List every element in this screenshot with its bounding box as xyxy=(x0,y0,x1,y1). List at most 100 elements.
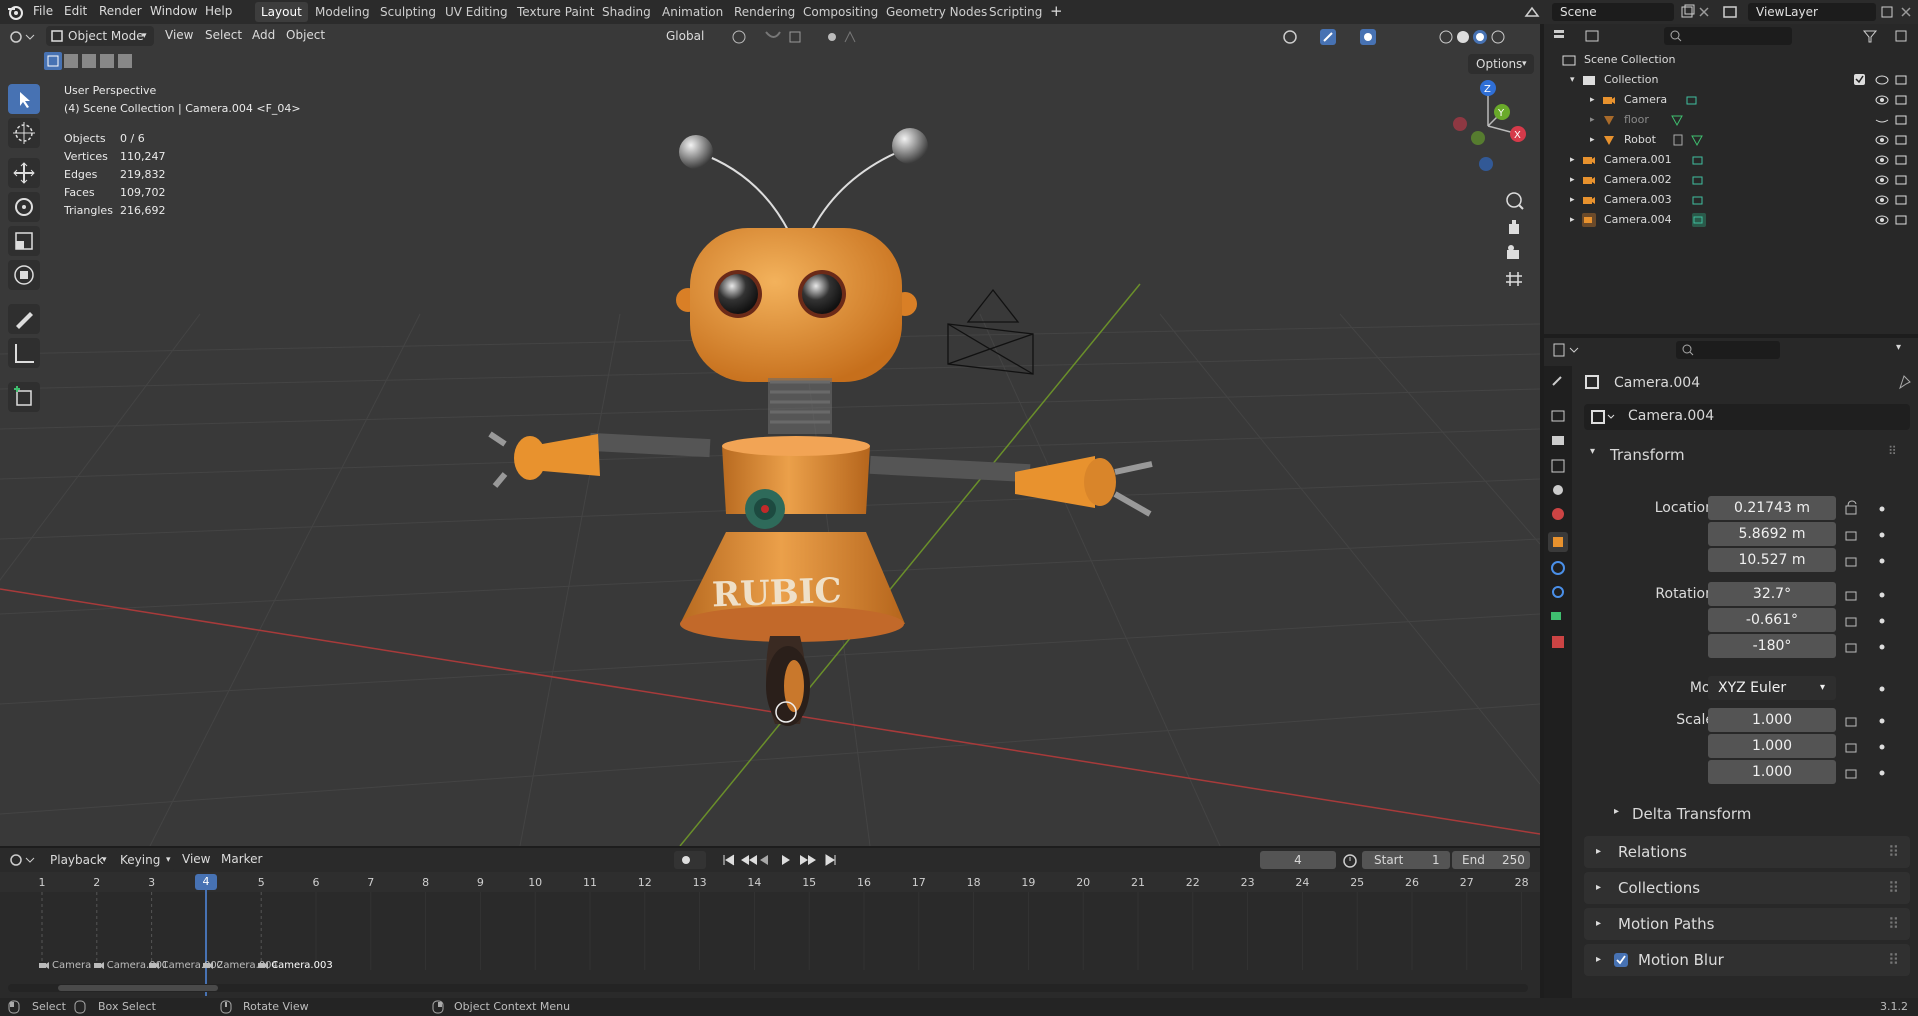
copy-viewlayer-icon[interactable] xyxy=(1880,4,1896,20)
scene-selector[interactable]: Scene xyxy=(1552,3,1674,21)
viewlayer-selector[interactable]: ViewLayer xyxy=(1748,3,1876,21)
outliner-row-scene-collection[interactable]: Scene Collection xyxy=(1544,50,1918,70)
scale-tool[interactable] xyxy=(8,226,40,256)
rotate-tool[interactable] xyxy=(8,192,40,222)
close-scene-icon[interactable] xyxy=(1697,5,1711,19)
outliner-row-floor[interactable]: ▸ floor xyxy=(1544,110,1918,130)
drag-handle-icon[interactable]: ⠿ xyxy=(1888,836,1899,868)
pin-icon[interactable] xyxy=(1896,374,1912,390)
workspace-tab-rendering[interactable]: Rendering xyxy=(728,2,801,22)
physics-tab-icon[interactable] xyxy=(1548,558,1568,578)
drag-handle-icon[interactable]: ⠿ xyxy=(1888,444,1897,458)
checkbox-icon[interactable] xyxy=(1614,953,1628,967)
stopwatch-icon[interactable] xyxy=(1342,852,1358,868)
scale-x-field[interactable]: 1.000 xyxy=(1708,708,1836,732)
keying-menu[interactable]: Keying ▾ xyxy=(114,850,176,870)
motion-blur-panel[interactable]: ▸ Motion Blur ⠿ xyxy=(1584,944,1910,976)
playback-controls[interactable] xyxy=(674,851,842,869)
motion-paths-panel[interactable]: ▸ Motion Paths ⠿ xyxy=(1584,908,1910,940)
render-tab-icon[interactable] xyxy=(1548,406,1568,426)
scene-tab-icon[interactable] xyxy=(1548,480,1568,500)
constraints-tab-icon[interactable] xyxy=(1548,582,1568,602)
menu-help[interactable]: Help xyxy=(205,4,232,18)
outliner-row-camera-002[interactable]: ▸ Camera.002 xyxy=(1544,170,1918,190)
rotation-z-field[interactable]: -180° xyxy=(1708,634,1836,658)
texture-tab-icon[interactable] xyxy=(1548,632,1568,652)
outliner-row-camera-004[interactable]: ▸ Camera.004 xyxy=(1544,210,1918,230)
timeline-frame-grid[interactable] xyxy=(0,892,1540,970)
workspace-tab-geometry-nodes[interactable]: Geometry Nodes xyxy=(880,2,993,22)
menu-file[interactable]: File xyxy=(33,4,53,18)
current-frame-indicator[interactable]: 4 xyxy=(195,874,217,890)
annotate-tool[interactable] xyxy=(8,304,40,334)
transform-tool[interactable] xyxy=(8,260,40,290)
workspace-tab-uv-editing[interactable]: UV Editing xyxy=(439,2,514,22)
workspace-tab-texture-paint[interactable]: Texture Paint xyxy=(511,2,600,22)
view-layer-tab-icon[interactable] xyxy=(1548,456,1568,476)
workspace-tab-modeling[interactable]: Modeling xyxy=(309,2,376,22)
visibility-icon[interactable] xyxy=(1874,134,1912,146)
viewport-menu-view[interactable]: View xyxy=(165,28,193,42)
navigation-gizmo[interactable]: Z X Y xyxy=(1446,78,1530,188)
timeline-menu-view[interactable]: View xyxy=(182,852,210,866)
transform-panel-header[interactable]: ▾ Transform ⠿ xyxy=(1584,440,1910,470)
drag-handle-icon[interactable]: ⠿ xyxy=(1888,944,1899,976)
lock-and-keyframe-icons[interactable] xyxy=(1844,500,1904,790)
selection-mode-icon[interactable] xyxy=(44,52,138,70)
viewport-menu-select[interactable]: Select xyxy=(205,28,242,42)
collections-panel[interactable]: ▸ Collections ⠿ xyxy=(1584,872,1910,904)
viewport-navigation-icons[interactable] xyxy=(1502,190,1526,300)
workspace-tab-animation[interactable]: Animation xyxy=(656,2,729,22)
add-workspace-button[interactable]: + xyxy=(1050,2,1063,20)
3d-viewport[interactable]: RUBIC Object Mode ▾ View Select Add Obje… xyxy=(0,24,1540,846)
visibility-icon[interactable] xyxy=(1874,194,1912,206)
timeline-marker[interactable]: Camera xyxy=(38,960,91,971)
drag-handle-icon[interactable]: ⠿ xyxy=(1888,872,1899,904)
copy-scene-icon[interactable] xyxy=(1680,4,1696,20)
hidden-icon[interactable] xyxy=(1874,114,1912,126)
object-data-field[interactable]: Camera.004 xyxy=(1584,404,1910,430)
workspace-tab-layout[interactable]: Layout xyxy=(255,2,308,22)
current-frame-field[interactable]: 4 xyxy=(1260,851,1336,869)
workspace-tab-sculpting[interactable]: Sculpting xyxy=(374,2,442,22)
end-frame-field[interactable]: End 250 xyxy=(1452,851,1530,869)
visibility-icon[interactable] xyxy=(1874,94,1912,106)
menu-edit[interactable]: Edit xyxy=(64,4,87,18)
viewport-scene[interactable]: RUBIC xyxy=(0,24,1540,846)
cursor-tool[interactable] xyxy=(8,118,40,148)
blender-logo-icon[interactable] xyxy=(6,3,24,21)
filter-icon[interactable] xyxy=(1862,28,1912,44)
outliner-header-icons[interactable] xyxy=(1552,28,1610,44)
chevron-down-icon[interactable]: ▾ xyxy=(1896,342,1901,353)
output-tab-icon[interactable] xyxy=(1548,430,1568,450)
move-tool[interactable] xyxy=(8,158,40,188)
rotation-y-field[interactable]: -0.661° xyxy=(1708,608,1836,632)
location-x-field[interactable]: 0.21743 m xyxy=(1708,496,1836,520)
menu-render[interactable]: Render xyxy=(99,4,142,18)
visibility-icon[interactable] xyxy=(1874,214,1912,226)
drag-handle-icon[interactable]: ⠿ xyxy=(1888,908,1899,940)
camera-wireframe[interactable] xyxy=(947,288,1034,375)
measure-tool[interactable] xyxy=(8,338,40,368)
editor-type-icon[interactable] xyxy=(8,29,36,45)
camera-data-tab-icon[interactable] xyxy=(1548,606,1568,626)
mode-dropdown[interactable]: Object Mode ▾ xyxy=(46,26,154,46)
visibility-icon[interactable] xyxy=(1874,174,1912,186)
viewport-menu-object[interactable]: Object xyxy=(286,28,325,42)
transform-orientation-dropdown[interactable]: Global xyxy=(644,26,724,46)
location-z-field[interactable]: 10.527 m xyxy=(1708,548,1836,572)
timeline-scrollbar[interactable] xyxy=(8,984,1528,992)
object-tab-icon[interactable] xyxy=(1548,532,1568,552)
scale-y-field[interactable]: 1.000 xyxy=(1708,734,1836,758)
tool-tab-icon[interactable] xyxy=(1548,370,1568,390)
workspace-tab-shading[interactable]: Shading xyxy=(596,2,657,22)
world-tab-icon[interactable] xyxy=(1548,504,1568,524)
editor-type-icon[interactable] xyxy=(1552,342,1582,358)
outliner-row-camera-003[interactable]: ▸ Camera.003 xyxy=(1544,190,1918,210)
select-box-tool[interactable] xyxy=(8,84,40,114)
close-viewlayer-icon[interactable] xyxy=(1899,5,1913,19)
outliner-row-camera-001[interactable]: ▸ Camera.001 xyxy=(1544,150,1918,170)
menu-window[interactable]: Window xyxy=(150,4,197,18)
robot-model[interactable]: RUBIC xyxy=(488,128,1153,726)
scale-z-field[interactable]: 1.000 xyxy=(1708,760,1836,784)
